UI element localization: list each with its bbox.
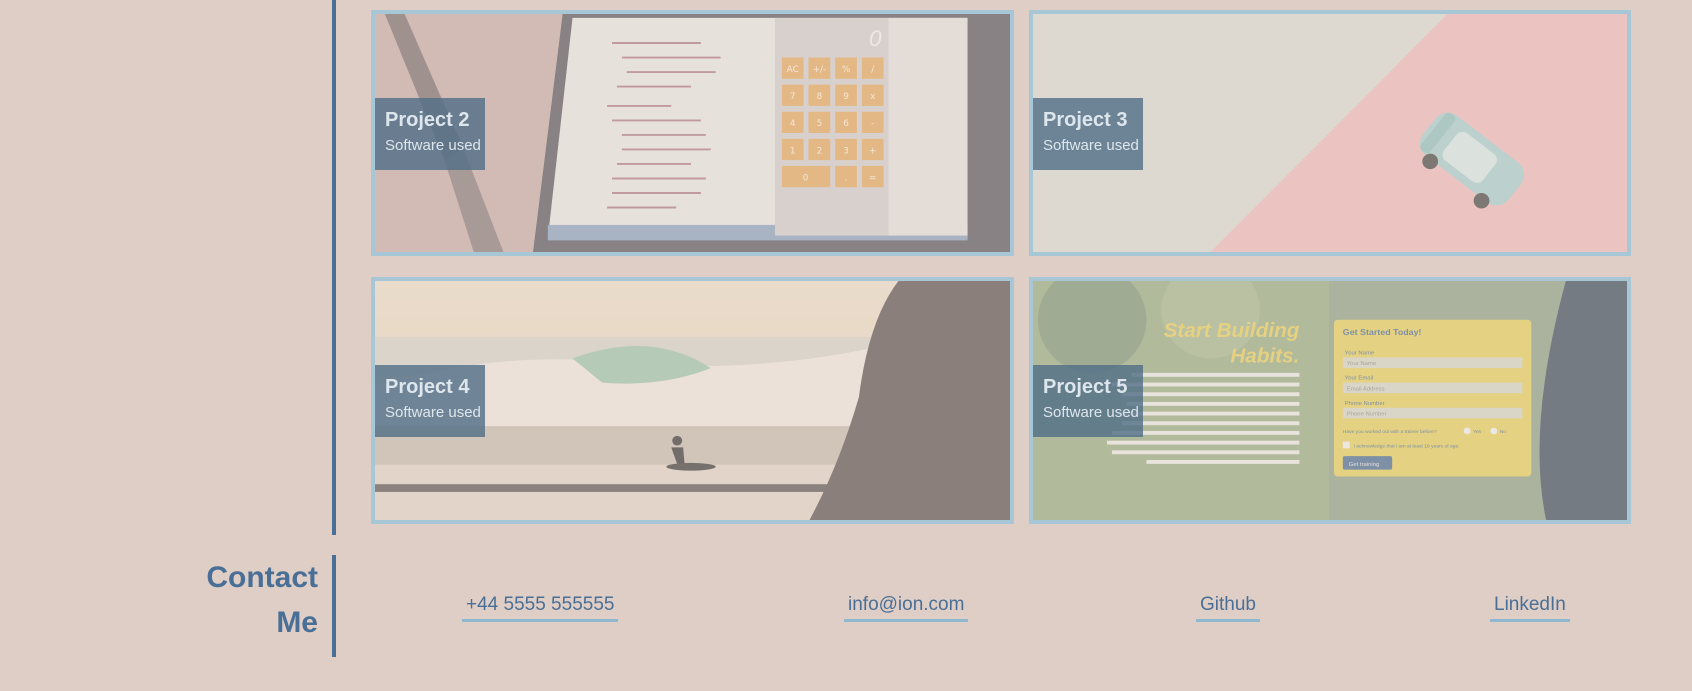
phone-link[interactable]: +44 5555 555555: [462, 594, 619, 622]
email-link[interactable]: info@ion.com: [844, 594, 969, 622]
github-link[interactable]: Github: [1196, 594, 1260, 622]
project-card-3[interactable]: Project 3 Software used: [1029, 10, 1631, 256]
project-software: Software used: [385, 137, 481, 154]
project-software: Software used: [1043, 137, 1139, 154]
project-software: Software used: [1043, 404, 1139, 421]
project-card-4[interactable]: Project 4 Software used: [371, 277, 1014, 524]
project-card-2[interactable]: 0 AC +/-%/7 8 9 x 4 5 6-1 2 3 +0. = Project 2 Softw…: [371, 10, 1014, 256]
project-label: Project 5 Software used: [1033, 365, 1143, 437]
contact-heading-line-1: Contact: [206, 561, 318, 594]
project-label: Project 4 Software used: [375, 365, 485, 437]
project-card-5[interactable]: Start Building Habits. Get Started Today…: [1029, 277, 1631, 524]
project-label: Project 2 Software used: [375, 98, 485, 170]
contact-divider-line: [332, 555, 336, 657]
project-software: Software used: [385, 404, 481, 421]
project-label: Project 3 Software used: [1033, 98, 1143, 170]
contact-heading: Contact Me: [206, 555, 318, 645]
linkedin-link[interactable]: LinkedIn: [1490, 594, 1570, 622]
contact-heading-line-2: Me: [276, 606, 318, 639]
project-title: Project 3: [1043, 109, 1128, 131]
project-title: Project 4: [385, 376, 470, 398]
section-divider-line: [332, 0, 336, 535]
project-title: Project 5: [1043, 376, 1128, 398]
project-title: Project 2: [385, 109, 470, 131]
